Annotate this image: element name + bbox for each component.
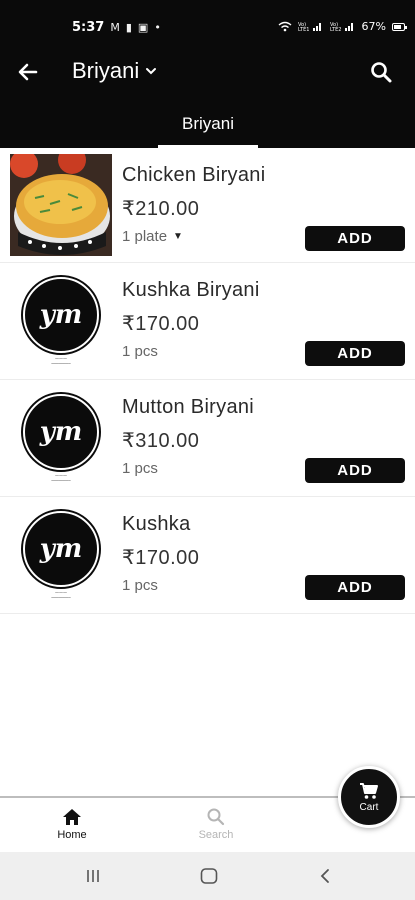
volte-signal-icon: Vo)LTE1 [298, 22, 321, 32]
battery-icon [392, 22, 407, 31]
logo-mark: ym [23, 277, 99, 353]
item-unit: 1 pcs [122, 460, 158, 477]
unit-selector[interactable]: 1 plate ▼ [122, 228, 183, 245]
item-name: Kushka Biryani [122, 279, 260, 301]
page-title: Briyani [72, 58, 140, 83]
add-button[interactable]: ADD [305, 226, 405, 251]
category-selector[interactable]: Briyani [72, 58, 157, 84]
home-icon [63, 809, 81, 825]
logo-mark: ym [23, 394, 99, 470]
add-button[interactable]: ADD [305, 458, 405, 483]
volte-signal-icon-2: Vo)LTE2 [330, 22, 353, 32]
home-system-button[interactable] [194, 865, 224, 887]
app-bar: Briyani [0, 52, 415, 92]
tab-bar: Briyani [0, 108, 415, 148]
back-chevron-icon [320, 869, 329, 883]
svg-text:LTE1: LTE1 [298, 27, 310, 32]
logo-caption: ——— ──────── [51, 356, 71, 366]
nav-search-label: Search [198, 829, 234, 841]
item-name: Chicken Biryani [122, 164, 266, 186]
item-price: ₹310.00 [122, 430, 200, 452]
list-item: ym ——— ──────── Kushka Biryani ₹170.00 1 … [0, 263, 415, 380]
instagram-icon: ▣ [137, 21, 149, 34]
status-bar: 5:37 M ▮ ▣ • Vo) LTE1 Vo) LTE2 67% [0, 0, 415, 40]
add-button[interactable]: ADD [305, 575, 405, 600]
dot-icon: • [154, 21, 161, 34]
cart-label: Cart [359, 801, 379, 813]
gmail-icon: M [110, 21, 120, 34]
item-unit: 1 pcs [122, 577, 158, 594]
status-right: Vo) LTE1 Vo) LTE2 67% [278, 20, 407, 33]
item-unit-wrap: 1 pcs [122, 460, 158, 477]
item-name: Kushka [122, 513, 191, 535]
home-circle-icon [200, 868, 218, 884]
message-icon: ▮ [125, 21, 132, 34]
recent-apps-button[interactable] [78, 865, 108, 887]
item-unit-wrap: 1 pcs [122, 577, 158, 594]
restaurant-logo: ym ——— ──────── [20, 394, 102, 486]
tab-briyani[interactable]: Briyani [160, 108, 256, 146]
product-list: Chicken Biryani ₹210.00 1 plate ▼ ADD ym… [0, 146, 415, 614]
list-item: Chicken Biryani ₹210.00 1 plate ▼ ADD [0, 146, 415, 263]
back-system-button[interactable] [310, 865, 340, 887]
list-item: ym ——— ──────── Kushka ₹170.00 1 pcs ADD [0, 497, 415, 614]
restaurant-logo: ym ——— ──────── [20, 511, 102, 603]
logo-caption: ——— ──────── [51, 473, 71, 483]
wifi-icon [278, 21, 291, 32]
item-price: ₹170.00 [122, 547, 200, 569]
cart-button[interactable]: Cart [338, 766, 400, 828]
nav-search[interactable]: Search [186, 808, 246, 841]
status-left: 5:37 M ▮ ▣ • [72, 20, 161, 35]
caret-down-icon: ▼ [173, 231, 183, 242]
restaurant-logo: ym ——— ──────── [20, 277, 102, 369]
nav-home-label: Home [57, 829, 87, 841]
nav-home[interactable]: Home [42, 808, 102, 841]
svg-text:LTE2: LTE2 [330, 27, 342, 32]
item-price: ₹170.00 [122, 313, 200, 335]
add-button[interactable]: ADD [305, 341, 405, 366]
item-price: ₹210.00 [122, 198, 200, 220]
search-button[interactable] [365, 56, 397, 88]
item-unit-wrap: 1 pcs [122, 343, 158, 360]
search-icon [207, 808, 225, 826]
recent-apps-icon [87, 870, 99, 882]
cart-icon [360, 782, 378, 799]
item-unit: 1 plate [122, 228, 168, 245]
biryani-photo [10, 146, 112, 256]
logo-caption: ——— ──────── [51, 590, 71, 600]
battery-percent: 67% [361, 20, 386, 33]
item-name: Mutton Biryani [122, 396, 255, 418]
list-item: ym ——— ──────── Mutton Biryani ₹310.00 1 … [0, 380, 415, 497]
arrow-left-icon [18, 63, 38, 81]
back-button[interactable] [12, 56, 44, 88]
header: 5:37 M ▮ ▣ • Vo) LTE1 Vo) LTE2 67% Briyani… [0, 0, 415, 148]
chevron-down-icon [146, 68, 157, 75]
status-time: 5:37 [72, 20, 105, 35]
item-unit: 1 pcs [122, 343, 158, 360]
search-icon [371, 62, 392, 83]
logo-mark: ym [23, 511, 99, 587]
system-navigation-bar [0, 852, 415, 900]
